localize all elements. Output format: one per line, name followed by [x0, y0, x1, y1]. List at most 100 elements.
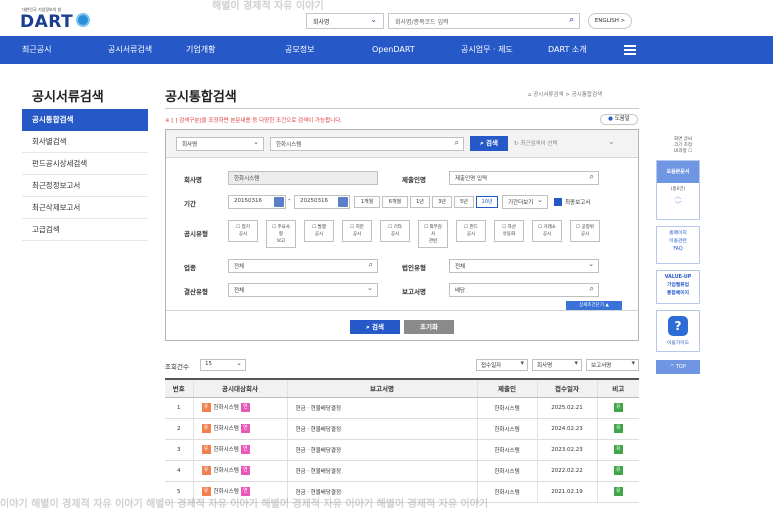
chevron-down-icon: ⌄	[370, 15, 377, 24]
help-icon: ●	[608, 116, 613, 122]
type-regular[interactable]: ☐ 정기 공시	[228, 220, 258, 242]
corp-type-select[interactable]: 전체 ⌄	[449, 259, 599, 273]
type-equity[interactable]: ☐ 지분 공시	[342, 220, 372, 242]
top-search-scope-select[interactable]: 회사명 ⌄	[306, 13, 384, 29]
type-issue-checkbox[interactable]: ☐	[312, 225, 316, 230]
row-report[interactable]: 현금ㆍ현물배당결정	[286, 460, 477, 482]
note-icon[interactable]: 유	[613, 466, 623, 475]
nav-company-overview[interactable]: 기업개황	[186, 36, 215, 64]
menu-icon[interactable]	[624, 45, 636, 55]
period-chip-5y[interactable]: 5년	[454, 196, 474, 208]
type-fund-checkbox[interactable]: ☐	[464, 225, 468, 230]
nav-disclosure-system[interactable]: 공시업무 · 제도	[461, 36, 513, 64]
sidebar-item-company-search[interactable]: 회사별검색	[22, 131, 148, 153]
search-icon[interactable]: ⌕	[455, 138, 459, 148]
company-search-input[interactable]: 한화시스템 ⌕	[270, 137, 464, 151]
nav-opendart[interactable]: OpenDART	[372, 36, 415, 64]
calendar-icon[interactable]	[338, 197, 348, 207]
row-submitter: 한화시스템	[476, 418, 537, 440]
type-exchange-checkbox[interactable]: ☐	[538, 225, 542, 230]
search-icon[interactable]: ⌕	[590, 284, 594, 294]
type-audit[interactable]: ☐ 외부감 사 관련	[418, 220, 448, 248]
type-regular-checkbox[interactable]: ☐	[236, 225, 240, 230]
note-icon[interactable]: 유	[613, 487, 623, 496]
chevron-down-icon[interactable]: ﹀	[657, 201, 699, 210]
report-name-input[interactable]: 배당 ⌕	[449, 283, 599, 297]
quick-search-button[interactable]: ⌕ 검색	[470, 136, 508, 151]
homepage-faq-link[interactable]: 홈페이지 이용관련 FAQ	[656, 226, 700, 264]
sidebar-item-recent-corrections[interactable]: 최근정정보고서	[22, 175, 148, 197]
row-company[interactable]: 한화시스템	[214, 426, 239, 432]
sidebar-item-advanced-search[interactable]: 고급검색	[22, 219, 148, 241]
chevron-down-icon[interactable]: ⌄	[608, 137, 615, 146]
type-equity-checkbox[interactable]: ☐	[350, 225, 354, 230]
reset-button[interactable]: 초기화	[404, 320, 454, 334]
sort-by-company[interactable]: 회사명 ▾	[532, 359, 582, 371]
ui-mode-checkbox[interactable]: ☐	[688, 149, 692, 154]
final-report-checkbox[interactable]	[554, 198, 562, 206]
type-ftc[interactable]: ☐ 공정위 공시	[570, 220, 600, 242]
type-exchange[interactable]: ☐ 거래소 공시	[532, 220, 562, 242]
row-company[interactable]: 한화시스템	[214, 468, 239, 474]
note-icon[interactable]: 유	[613, 445, 623, 454]
note-icon[interactable]: 유	[613, 424, 623, 433]
submitter-input[interactable]: 제출인명 입력 ⌕	[449, 171, 599, 185]
type-fund[interactable]: ☐ 펀드 공시	[456, 220, 486, 242]
calendar-icon[interactable]	[274, 197, 284, 207]
back-to-top-button[interactable]: ^ TOP	[656, 360, 700, 374]
search-icon[interactable]: ⌕	[369, 260, 373, 270]
table-row: 1 유 한화시스템 연 현금ㆍ현물배당결정 한화시스템 2025.02.21 유	[165, 397, 639, 419]
help-button[interactable]: ● 도움말	[600, 114, 638, 125]
row-company[interactable]: 한화시스템	[214, 447, 239, 453]
search-scope-select[interactable]: 회사명 ⌄	[176, 137, 264, 151]
search-icon[interactable]: ⌕	[569, 15, 574, 25]
industry-input[interactable]: 전체 ⌕	[228, 259, 378, 273]
row-report[interactable]: 현금ㆍ현물배당결정	[286, 418, 477, 440]
period-chip-6m[interactable]: 6개월	[382, 196, 408, 208]
period-more-select[interactable]: 기간더보기 ⌄	[502, 195, 548, 209]
type-issue[interactable]: ☐ 발행 공시	[304, 220, 334, 242]
sidebar-item-recent-deletions[interactable]: 최근삭제보고서	[22, 197, 148, 219]
period-chip-10y[interactable]: 10년	[476, 196, 498, 208]
search-submit-button[interactable]: ⌕ 검색	[350, 320, 400, 334]
sidebar-item-fund-search[interactable]: 펀드공시상세검색	[22, 153, 148, 175]
dart-logo[interactable]: DART	[20, 12, 73, 32]
type-other[interactable]: ☐ 기타 공시	[380, 220, 410, 242]
type-abs-checkbox[interactable]: ☐	[502, 225, 506, 230]
english-button[interactable]: ENGLISH >	[588, 13, 632, 29]
type-other-checkbox[interactable]: ☐	[388, 225, 392, 230]
type-ftc-checkbox[interactable]: ☐	[576, 225, 580, 230]
valueup-link[interactable]: VALUE-UP 기업밸류업 통합페이지	[656, 270, 700, 304]
period-chip-1y[interactable]: 1년	[410, 196, 430, 208]
top-search-input[interactable]: 회사명/종목코드 입력 ⌕	[388, 13, 580, 29]
row-report[interactable]: 현금ㆍ현물배당결정	[286, 439, 477, 461]
nav-disclosure-search[interactable]: 공시서류검색	[108, 36, 152, 64]
period-chip-1m[interactable]: 1개월	[354, 196, 380, 208]
chevron-up-icon[interactable]: ︿	[657, 192, 699, 201]
font-size-control[interactable]: 화면 글씨 크기 조정 UI과형 ☐	[664, 137, 702, 155]
result-count-select[interactable]: 15 ⌄	[200, 359, 246, 371]
note-icon[interactable]: 유	[613, 403, 623, 412]
sort-by-date[interactable]: 접수일자 ▾	[476, 359, 528, 371]
period-chip-3y[interactable]: 3년	[432, 196, 452, 208]
search-icon[interactable]: ⌕	[590, 172, 594, 182]
industry-value: 전체	[234, 264, 245, 270]
sidebar-item-integrated-search[interactable]: 공시통합검색	[22, 109, 148, 131]
company-name-field[interactable]: 한화시스템	[228, 171, 378, 185]
saved-docs-title[interactable]: 모음본문서	[657, 161, 699, 183]
type-major-checkbox[interactable]: ☐	[272, 225, 276, 230]
nav-recent-disclosures[interactable]: 최근공시	[22, 36, 51, 64]
row-report[interactable]: 현금ㆍ현물배당결정	[286, 397, 477, 419]
recent-search-select[interactable]: ↻ 최근검색어 선택	[514, 139, 558, 147]
type-abs[interactable]: ☐ 자산 유동화	[494, 220, 524, 242]
user-guide-link[interactable]: ? 이용가이드	[656, 310, 700, 352]
settlement-type-select[interactable]: 전체 ⌄	[228, 283, 378, 297]
row-company[interactable]: 한화시스템	[214, 405, 239, 411]
nav-dart-intro[interactable]: DART 소개	[548, 36, 587, 64]
type-other-line1: 기타	[393, 225, 402, 230]
chevron-down-icon: ⌄	[236, 359, 242, 367]
nav-offering-info[interactable]: 공모정보	[285, 36, 314, 64]
type-major[interactable]: ☐ 주요사 항 보고	[266, 220, 296, 248]
sort-by-report[interactable]: 보고서명 ▾	[586, 359, 639, 371]
type-audit-checkbox[interactable]: ☐	[424, 225, 428, 230]
